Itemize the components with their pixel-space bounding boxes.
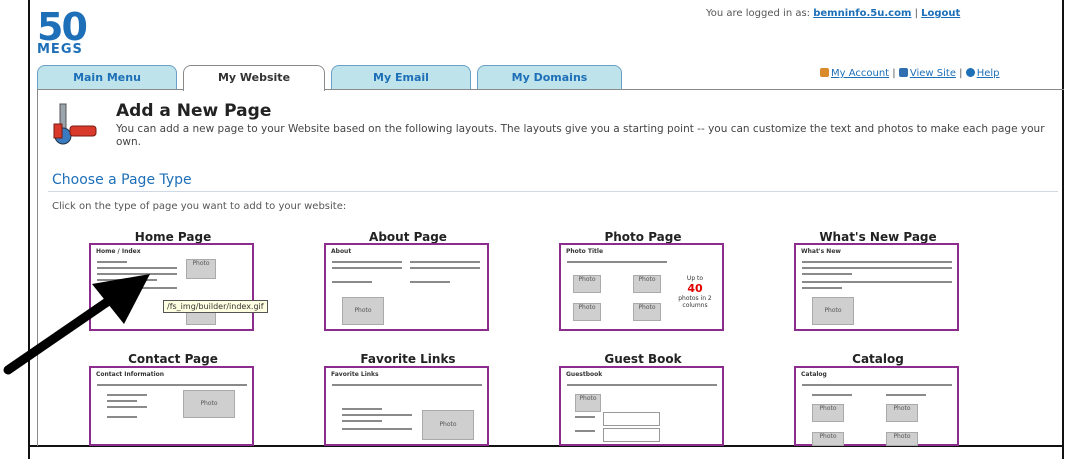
photo-placeholder: Photo (886, 432, 918, 446)
view-site-link[interactable]: View Site (910, 68, 956, 79)
tab-my-email[interactable]: My Email (331, 65, 471, 89)
photo-placeholder: Photo (342, 297, 384, 325)
photo-placeholder: Photo (422, 410, 474, 440)
logo-word: MEGS (37, 42, 83, 57)
photo-page-title[interactable]: Photo Page (558, 230, 728, 244)
favorite-links-title[interactable]: Favorite Links (323, 352, 493, 366)
section-divider (48, 191, 1058, 192)
photo-placeholder: Photo (183, 390, 235, 418)
photo-count: 40 (687, 282, 703, 295)
thumb-label: Photo Title (566, 248, 604, 255)
login-separator: | (914, 8, 918, 19)
photo-page-thumbnail[interactable]: Photo Title Photo Photo Photo Photo Up t… (559, 243, 724, 331)
help-link[interactable]: Help (977, 68, 1000, 79)
home-page-title[interactable]: Home Page (88, 230, 258, 244)
instruction-text: Click on the type of page you want to ad… (52, 201, 347, 212)
up-to-label: Up to (686, 275, 704, 282)
about-page-title[interactable]: About Page (323, 230, 493, 244)
thumb-label: Guestbook (566, 371, 603, 378)
login-prefix: You are logged in as: (706, 8, 811, 19)
tab-my-domains[interactable]: My Domains (477, 65, 622, 89)
guest-book-title[interactable]: Guest Book (558, 352, 728, 366)
thumb-label: About (331, 248, 352, 255)
whats-new-page-thumbnail[interactable]: What's New Photo (794, 243, 959, 331)
top-links: My Account | View Site | Help (820, 68, 1000, 79)
help-icon (965, 68, 975, 77)
logo-number: 50 (37, 5, 88, 49)
wrench-icon (50, 100, 102, 148)
thumb-label: Catalog (801, 371, 827, 378)
section-title: Choose a Page Type (52, 172, 192, 188)
photo-placeholder: Photo (812, 432, 844, 446)
thumb-label: What's New (801, 248, 841, 255)
catalog-thumbnail[interactable]: Catalog Photo Photo Photo Photo (794, 366, 959, 446)
favorite-links-thumbnail[interactable]: Favorite Links Photo (324, 366, 489, 446)
thumb-label: Home / Index (96, 248, 141, 255)
about-page-thumbnail[interactable]: About Photo (324, 243, 489, 331)
catalog-title[interactable]: Catalog (793, 352, 963, 366)
page-description: You can add a new page to your Website b… (116, 123, 1045, 148)
guest-book-thumbnail[interactable]: Guestbook Photo (559, 366, 724, 446)
photo-placeholder: Photo (186, 259, 216, 279)
arrow-icon (0, 270, 160, 383)
photo-placeholder: Photo (886, 404, 918, 422)
username-link[interactable]: bemninfo.5u.com (813, 8, 911, 19)
login-status: You are logged in as: bemninfo.5u.com | … (706, 8, 960, 19)
photo-placeholder: Photo (573, 275, 601, 293)
photo-placeholder: Photo (575, 394, 601, 412)
photo-placeholder: Photo (633, 303, 661, 321)
frame-left-border (28, 0, 30, 459)
tab-main-menu[interactable]: Main Menu (37, 65, 177, 89)
photo-count-note: Up to 40 photos in 2 columns (673, 275, 717, 309)
page-title: Add a New Page (116, 101, 272, 121)
tab-my-website[interactable]: My Website (183, 65, 325, 91)
my-account-link[interactable]: My Account (831, 68, 889, 79)
photo-placeholder: Photo (633, 275, 661, 293)
key-icon (898, 68, 908, 77)
photo-placeholder: Photo (812, 404, 844, 422)
thumb-label: Favorite Links (331, 371, 379, 378)
logout-link[interactable]: Logout (921, 8, 960, 19)
photos-in-label: photos in 2 columns (678, 295, 712, 309)
tooltip: /fs_img/builder/index.gif (163, 300, 268, 313)
logo[interactable]: 50 MEGS (37, 5, 88, 57)
photo-placeholder: Photo (812, 297, 854, 325)
whats-new-page-title[interactable]: What's New Page (793, 230, 963, 244)
user-icon (820, 68, 829, 77)
photo-placeholder: Photo (573, 303, 601, 321)
